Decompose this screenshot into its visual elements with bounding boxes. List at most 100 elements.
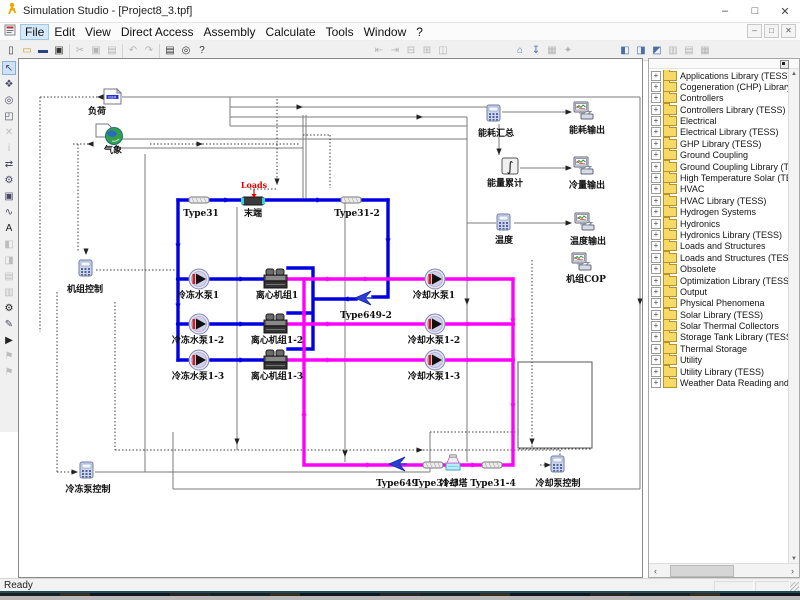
component-weather[interactable]: 气象 — [96, 124, 123, 156]
grid-tool[interactable]: ◧ — [2, 237, 16, 251]
diagram-canvas[interactable]: USER 负荷 气象 机组控制 Type31 Loads 末端 — [18, 58, 643, 578]
tree-item[interactable]: +Ground Coupling Library (TESS) — [651, 161, 788, 172]
expand-icon[interactable]: + — [651, 82, 661, 92]
info-tool[interactable]: i — [2, 141, 16, 155]
component-temperature-output[interactable]: 温度输出 — [570, 213, 606, 247]
open-button[interactable]: ▭ — [19, 43, 35, 58]
component-cw-pump1-3[interactable]: 冷却水泵1-3 — [408, 350, 460, 382]
tree-item[interactable]: +Storage Tank Library (TESS) — [651, 332, 788, 343]
component-chw-pump1-2[interactable]: 冷冻水泵1-2 — [172, 314, 224, 346]
select-tool[interactable]: ↖ — [2, 61, 16, 75]
expand-icon[interactable]: + — [651, 344, 661, 354]
tree-item[interactable]: +Electrical — [651, 116, 788, 127]
tree-item[interactable]: +Hydrogen Systems — [651, 207, 788, 218]
tree-item[interactable]: +Solar Library (TESS) — [651, 309, 788, 320]
tree-vertical-scrollbar[interactable]: ▲ ▼ — [788, 69, 799, 564]
redo-button[interactable]: ↷ — [141, 43, 157, 58]
expand-icon[interactable]: + — [651, 332, 661, 342]
tree-item[interactable]: +Cogeneration (CHP) Library (TESS) — [651, 81, 788, 92]
expand-icon[interactable]: + — [651, 162, 661, 172]
link-tool[interactable]: ⇄ — [2, 157, 16, 171]
component-chw-pump1-3[interactable]: 冷冻水泵1-3 — [172, 350, 224, 382]
tree-item[interactable]: +Optimization Library (TESS) — [651, 275, 788, 286]
component-temperature[interactable]: 温度 — [495, 214, 514, 246]
copy-button[interactable]: ▣ — [88, 43, 104, 58]
columns-button[interactable]: ▤ — [681, 43, 697, 58]
tree-horizontal-scrollbar[interactable]: ‹ › — [649, 563, 799, 577]
minimize-button[interactable]: – — [710, 0, 740, 22]
component-type649[interactable]: Type649 — [376, 457, 418, 489]
flag-a-tool[interactable]: ⚑ — [2, 349, 16, 363]
tree-item[interactable]: +Controllers — [651, 93, 788, 104]
direct-access-button[interactable]: ⌂ — [512, 43, 528, 58]
expand-icon[interactable]: + — [651, 173, 661, 183]
tree-item[interactable]: +Solar Thermal Collectors — [651, 321, 788, 332]
grid-button[interactable]: ▦ — [544, 43, 560, 58]
menu-file[interactable]: File — [20, 24, 49, 40]
component-cw-pump1-2[interactable]: 冷却水泵1-2 — [408, 314, 460, 346]
expand-icon[interactable]: + — [651, 196, 661, 206]
tree-item[interactable]: +Applications Library (TESS) — [651, 70, 788, 81]
run-tool[interactable]: ▶ — [2, 333, 16, 347]
tree-item[interactable]: +Controllers Library (TESS) — [651, 104, 788, 115]
pan-tool[interactable]: ❖ — [2, 77, 16, 91]
print-sheet-tool[interactable]: ▥ — [2, 285, 16, 299]
expand-icon[interactable]: + — [651, 378, 661, 388]
component-chw-pump-control[interactable]: 冷冻泵控制 — [65, 462, 110, 495]
resize-grip[interactable] — [790, 582, 799, 591]
tree-item[interactable]: +Loads and Structures — [651, 241, 788, 252]
text-tool[interactable]: A — [2, 221, 16, 235]
component-chiller1-2[interactable]: 离心机组1-2 — [251, 314, 303, 346]
expand-icon[interactable]: + — [651, 116, 661, 126]
pen-tool[interactable]: ✎ — [2, 317, 16, 331]
tree-item[interactable]: +Hydronics Library (TESS) — [651, 229, 788, 240]
tree-item[interactable]: +Thermal Storage — [651, 343, 788, 354]
expand-icon[interactable]: + — [651, 310, 661, 320]
tree-item[interactable]: +Ground Coupling — [651, 150, 788, 161]
scrollbar-thumb[interactable] — [670, 565, 734, 577]
component-energy-accumulator[interactable]: ∫ 能量累计 — [487, 158, 523, 189]
component-unit-control[interactable]: 机组控制 — [67, 260, 103, 295]
close-button[interactable]: ✕ — [770, 0, 800, 22]
expand-icon[interactable]: + — [651, 230, 661, 240]
expand-icon[interactable]: + — [651, 219, 661, 229]
layout-corner-button[interactable]: ◩ — [649, 43, 665, 58]
zoom-tool[interactable]: ◎ — [2, 93, 16, 107]
tree-item[interactable]: +Weather Data Reading and Process — [651, 378, 788, 389]
expand-icon[interactable]: + — [651, 105, 661, 115]
expand-icon[interactable]: + — [651, 367, 661, 377]
snap-tool[interactable]: ◨ — [2, 253, 16, 267]
select-mode-button[interactable]: ✦ — [560, 43, 576, 58]
component-cw-pump1[interactable]: 冷却水泵1 — [413, 269, 455, 301]
tree-item[interactable]: +Output — [651, 286, 788, 297]
tree-item[interactable]: +Loads and Structures (TESS) — [651, 252, 788, 263]
menu-help[interactable]: ? — [411, 24, 428, 40]
menu-tools[interactable]: Tools — [321, 24, 359, 40]
rows-button[interactable]: ▥ — [665, 43, 681, 58]
menu-calculate[interactable]: Calculate — [261, 24, 321, 40]
component-cooling-tower[interactable]: 冷却塔 — [440, 455, 468, 489]
expand-icon[interactable]: + — [651, 287, 661, 297]
expand-icon[interactable]: + — [651, 184, 661, 194]
expand-icon[interactable]: + — [651, 321, 661, 331]
tile-windows-button[interactable]: ◫ — [435, 43, 451, 58]
expand-icon[interactable]: + — [651, 71, 661, 81]
expand-icon[interactable]: + — [651, 264, 661, 274]
tree-item[interactable]: +Obsolete — [651, 264, 788, 275]
save-button[interactable]: ▬ — [35, 43, 51, 58]
new-button[interactable]: ▯ — [3, 43, 19, 58]
scroll-right-icon[interactable]: › — [786, 565, 799, 577]
component-chiller1-3[interactable]: 离心机组1-3 — [251, 350, 303, 382]
menu-window[interactable]: Window — [359, 24, 412, 40]
expand-icon[interactable]: + — [651, 127, 661, 137]
menu-edit[interactable]: Edit — [49, 24, 80, 40]
menu-assembly[interactable]: Assembly — [199, 24, 261, 40]
expand-icon[interactable]: + — [651, 355, 661, 365]
component-chiller1[interactable]: 离心机组1 — [256, 269, 298, 301]
cut-button[interactable]: ✂ — [72, 43, 88, 58]
tree-item[interactable]: +Electrical Library (TESS) — [651, 127, 788, 138]
expand-icon[interactable]: + — [651, 253, 661, 263]
tree-item[interactable]: +High Temperature Solar (TESS) — [651, 173, 788, 184]
expand-icon[interactable]: + — [651, 207, 661, 217]
delete-tool[interactable]: ✕ — [2, 125, 16, 139]
